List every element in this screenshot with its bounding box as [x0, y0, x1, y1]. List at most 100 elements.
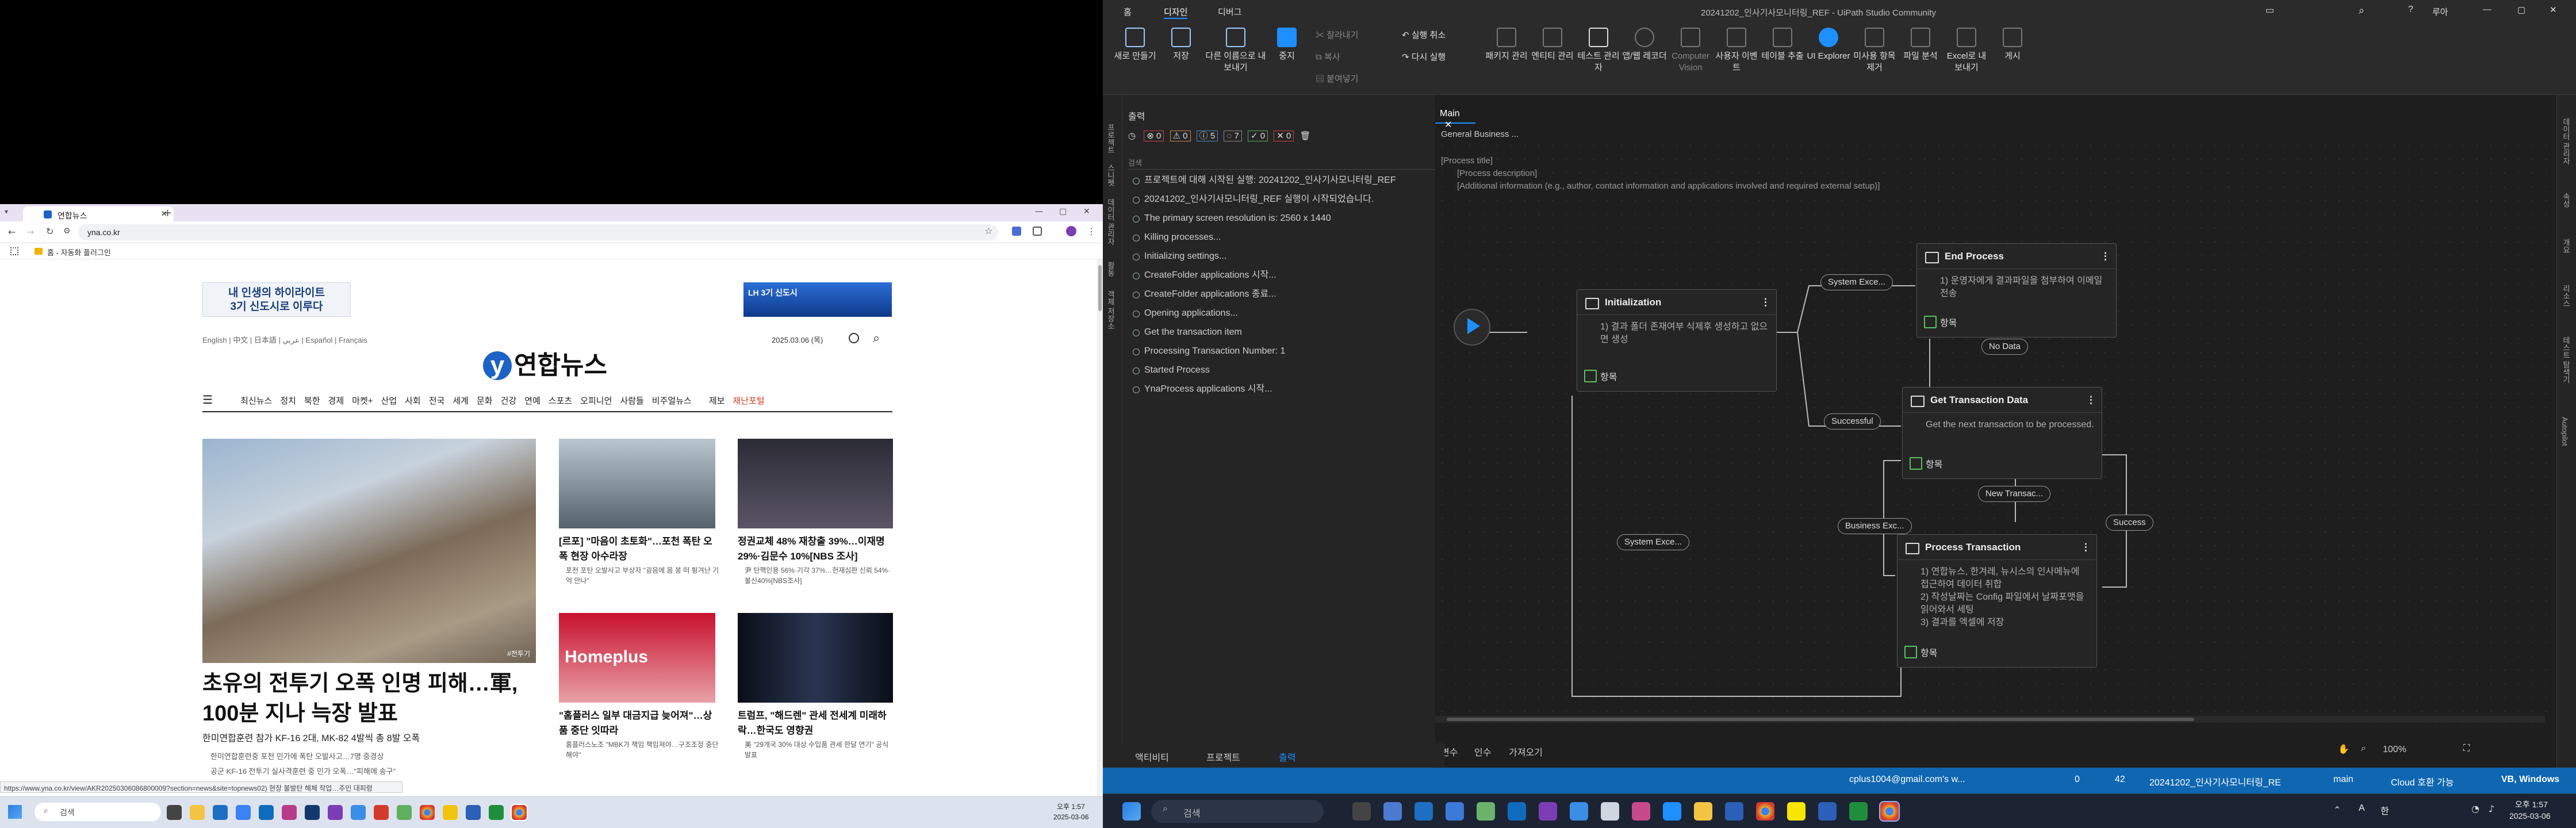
transition-successful[interactable]: Successful — [1824, 413, 1881, 430]
save-button[interactable]: 저장 — [1158, 28, 1204, 62]
extension-icon[interactable] — [1012, 227, 1021, 236]
output-tab[interactable]: 출력 — [1279, 750, 1295, 764]
nav-item[interactable]: 연예 — [524, 396, 540, 406]
tab-home[interactable]: 홈 — [1124, 6, 1132, 18]
status-project[interactable]: 20241202_인사기사모니터링_RE — [2149, 775, 2281, 788]
card1-title[interactable]: [르포] "마음이 초토화"…포천 폭탄 오폭 현장 아수라장 — [559, 534, 720, 564]
nav-item[interactable]: 정치 — [280, 396, 296, 406]
nav-item[interactable]: 최신뉴스 — [240, 396, 272, 406]
hand-icon[interactable]: ✋ — [2338, 743, 2349, 755]
tab-design[interactable]: 디자인 — [1164, 6, 1188, 19]
log-line[interactable]: Processing Transaction Number: 1 — [1128, 342, 1439, 361]
card2-photo[interactable] — [738, 439, 893, 528]
language-links[interactable]: English | 中文 | 日本語 | عربي | Español | Fr… — [202, 334, 367, 345]
main-bullet[interactable]: 한미연합훈련중 포천 민가에 폭탄 오발사고…7명 중경상 — [210, 750, 384, 763]
side-tab-autopilot[interactable]: Autopilot — [2560, 417, 2569, 446]
explorer-icon[interactable] — [190, 805, 205, 820]
transition-system-exception[interactable]: System Exce... — [1820, 274, 1893, 290]
clock-time[interactable]: 오후 1:57 — [2515, 799, 2548, 810]
remove-unused-button[interactable]: 미사용 항목 제거 — [1851, 28, 1897, 74]
tab-list-button[interactable]: ▾ — [5, 208, 15, 218]
nav-item-disaster[interactable]: 재난포털 — [733, 396, 764, 406]
nav-item[interactable]: 스포츠 — [549, 396, 572, 406]
card1-photo[interactable] — [559, 439, 715, 528]
manage-entities-button[interactable]: 엔티티 관리 — [1529, 28, 1575, 62]
user-icon[interactable] — [849, 333, 859, 343]
state-end-process[interactable]: End Process ⋮ 1) 운영자에게 결과파일을 첨부하여 이메일 전송 … — [1916, 243, 2117, 338]
fail-filter[interactable]: ✕ 0 — [1274, 131, 1294, 141]
status-branch[interactable]: main — [2333, 775, 2353, 785]
card2-title[interactable]: 정권교체 48% 재창출 39%…이재명 29%·김문수 10%[NBS 조사] — [738, 534, 893, 564]
cut-button[interactable]: ✂ 잘라내기 — [1316, 30, 1379, 41]
store-icon[interactable] — [1414, 802, 1433, 821]
user-events-button[interactable]: 사용자 이벤트 — [1713, 28, 1759, 74]
scrollbar[interactable] — [1097, 259, 1103, 808]
state-process-transaction[interactable]: Process Transaction ⋮ 1) 연합뉴스, 한겨레, 뉴시스의 … — [1897, 534, 2097, 668]
nav-item[interactable]: 경제 — [328, 396, 344, 406]
card2-sub[interactable]: 尹 탄핵인용 56%·기각 37%…헌재심판 신뢰 54%·불신40%[NBS조… — [745, 565, 894, 586]
status-cloud[interactable]: Cloud 호환 가능 — [2391, 775, 2454, 788]
tab-close-icon[interactable]: ✕ — [1444, 120, 1452, 130]
app-icon[interactable] — [1383, 802, 1402, 821]
layout-icon[interactable]: ▭ — [2266, 5, 2274, 16]
log-line[interactable]: Killing processes... — [1128, 228, 1439, 247]
main-photo[interactable]: #전투기 — [202, 439, 536, 663]
start-icon[interactable] — [1122, 802, 1141, 821]
copy-button[interactable]: ⧉ 복사 — [1316, 52, 1379, 63]
transition-no-data[interactable]: No Data — [1981, 339, 2029, 355]
app-icon[interactable] — [1446, 802, 1464, 821]
state-entry[interactable]: 항목 — [1917, 315, 1964, 329]
state-menu-icon[interactable]: ⋮ — [2081, 542, 2091, 553]
start-icon[interactable] — [8, 805, 22, 819]
side-tab-outline[interactable]: 개요 — [2560, 239, 2571, 254]
app-icon[interactable] — [374, 805, 389, 820]
arguments-tab[interactable]: 인수 — [1474, 745, 1491, 758]
log-line[interactable]: The primary screen resolution is: 2560 x… — [1128, 209, 1439, 228]
explorer-icon[interactable] — [1694, 802, 1712, 821]
main-headline[interactable]: 초유의 전투기 오폭 인명 피해…軍, 100분 지나 늑장 발표 — [202, 669, 542, 729]
doc-tab-main[interactable]: Main ✕ — [1435, 105, 1475, 130]
log-line[interactable]: YnaProcess applications 시작... — [1128, 379, 1439, 398]
bookmark-star-icon[interactable]: ☆ — [984, 225, 992, 236]
nav-item[interactable]: 북한 — [304, 396, 320, 406]
status-warnings[interactable]: 42 — [2115, 775, 2125, 785]
side-tab-test-explorer[interactable]: 테스트 탐색기 — [2560, 336, 2571, 384]
app-icon[interactable] — [443, 805, 458, 820]
ui-explorer-button[interactable]: UI Explorer — [1805, 28, 1851, 62]
export-button[interactable]: 다른 이름으로 내보내기 — [1204, 28, 1267, 74]
ad-banner-right[interactable]: LH 3기 신도시 — [743, 282, 892, 317]
taskview-icon[interactable] — [167, 805, 182, 820]
info-filter[interactable]: ⓘ 5 — [1196, 131, 1218, 141]
back-icon[interactable]: ← — [8, 227, 16, 237]
test-manager-button[interactable]: 테스트 관리자 — [1575, 28, 1621, 74]
state-menu-icon[interactable]: ⋮ — [2086, 394, 2096, 406]
side-tab-snippets[interactable]: 스니펫 — [1105, 164, 1116, 186]
nav-item[interactable]: 오피니언 — [580, 396, 612, 406]
state-get-transaction[interactable]: Get Transaction Data ⋮ Get the next trans… — [1902, 387, 2102, 479]
log-line[interactable]: Started Process — [1128, 361, 1439, 379]
card4-photo[interactable] — [738, 613, 893, 703]
word-icon[interactable] — [1818, 802, 1837, 821]
main-bullet[interactable]: 공군 KF-16 전투기 실사격훈련 중 민가 오폭…"피해에 송구" — [210, 765, 396, 778]
tray-chevron-icon[interactable]: ⌃ — [2333, 804, 2341, 815]
log-line[interactable]: Get the transaction item — [1128, 323, 1439, 342]
scroll-thumb[interactable] — [1447, 718, 2194, 721]
state-initialization[interactable]: Initialization ⋮ 1) 결과 폴더 존재여부 식제후 생성하고 없… — [1577, 289, 1777, 392]
success-filter[interactable]: ✓ 0 — [1247, 131, 1268, 141]
outlook-icon[interactable] — [259, 805, 274, 820]
fit-icon[interactable]: ⛶ — [2463, 743, 2470, 754]
transition-new-transaction[interactable]: New Transac... — [1978, 486, 2051, 502]
nav-item[interactable]: 문화 — [477, 396, 493, 406]
clock-date[interactable]: 2025-03-06 — [2509, 811, 2551, 821]
status-platform[interactable]: VB, Windows — [2501, 775, 2559, 785]
log-line[interactable]: CreateFolder applications 종료... — [1128, 285, 1439, 304]
breadcrumb[interactable]: General Business ... — [1441, 129, 1519, 139]
table-extract-button[interactable]: 테이블 추출 — [1759, 28, 1805, 62]
nav-item[interactable]: 제보 — [709, 396, 725, 406]
nav-item[interactable]: 건강 — [501, 396, 517, 406]
log-line[interactable]: Initializing settings... — [1128, 247, 1439, 266]
app-icon[interactable] — [351, 805, 366, 820]
transition-business-exception[interactable]: Business Exc... — [1838, 518, 1912, 534]
app-icon[interactable] — [1849, 802, 1868, 821]
taskbar-search[interactable]: ⌕ 검색 — [1151, 800, 1324, 823]
